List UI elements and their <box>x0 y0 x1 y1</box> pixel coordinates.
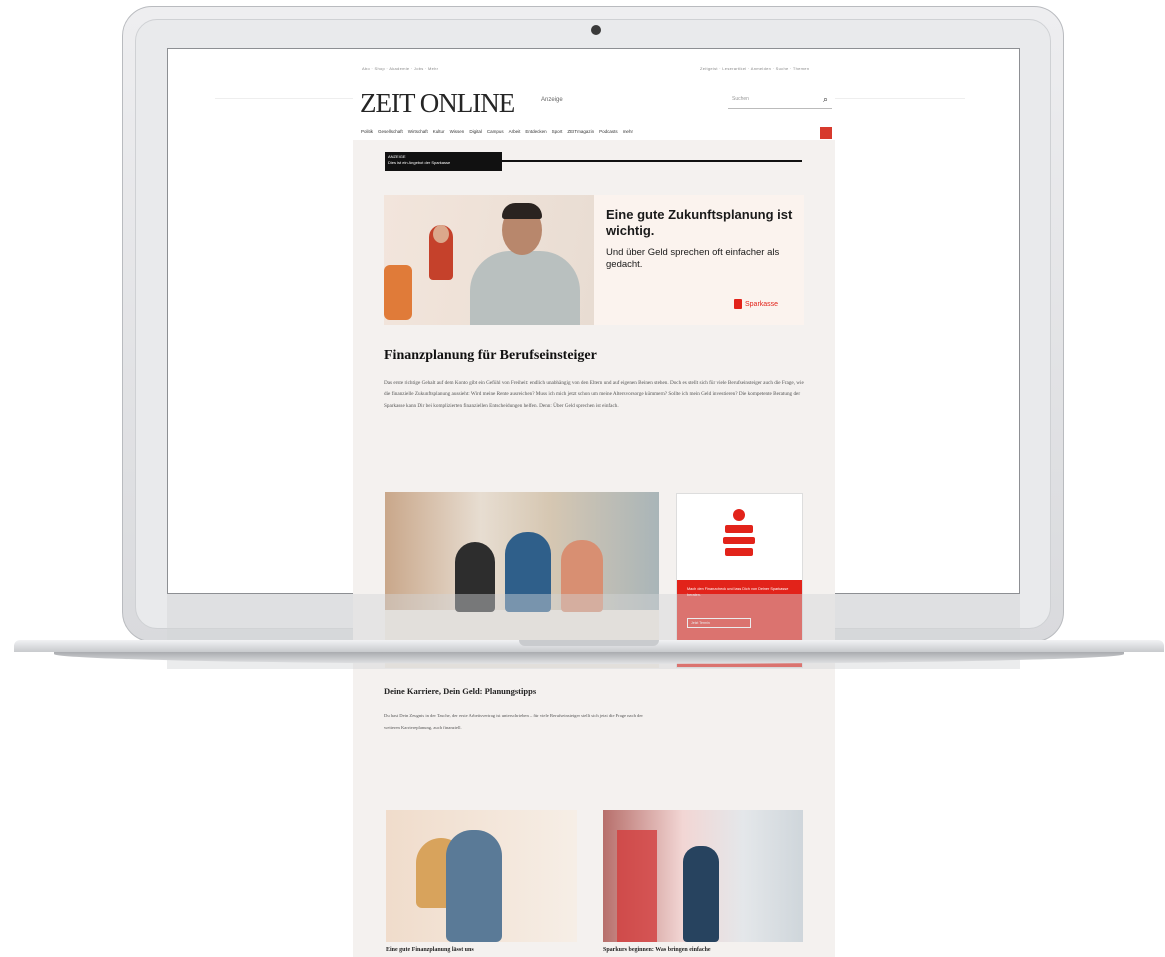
sparkasse-logo-icon <box>723 509 755 556</box>
divider <box>215 98 353 99</box>
ad-label: ANZEIGE Dies ist ein Angebot der Sparkas… <box>385 152 502 171</box>
nav-item[interactable]: Digital <box>469 129 482 134</box>
teaser-image-street[interactable] <box>603 810 803 942</box>
divider <box>835 98 965 99</box>
hero-banner[interactable]: Eine gute Zukunftsplanung ist wichtig. U… <box>384 195 804 325</box>
article-body: Das erste richtige Gehalt auf dem Konto … <box>384 380 804 409</box>
menu-button[interactable] <box>820 127 832 139</box>
divider <box>502 160 802 162</box>
teaser-caption[interactable]: Eine gute Finanzplanung lässt uns <box>386 947 474 953</box>
nav-item[interactable]: Podcasts <box>599 129 618 134</box>
nav-item[interactable]: ZEITmagazin <box>567 129 594 134</box>
section-title: Deine Karriere, Dein Geld: Planungstipps <box>384 686 537 696</box>
hero-image-person <box>470 251 580 325</box>
nav-item[interactable]: Kultur <box>433 129 445 134</box>
nav-item[interactable]: Sport <box>552 129 563 134</box>
laptop-base-bottom <box>54 652 1124 664</box>
search-icon[interactable]: ⌕ <box>823 94 828 105</box>
hero-image-object <box>384 265 412 320</box>
search-placeholder: Suchen <box>732 96 749 102</box>
hero-image-person-hair <box>502 203 542 219</box>
sparkasse-icon <box>734 299 742 309</box>
main-nav: Politik Gesellschaft Wirtschaft Kultur W… <box>361 129 633 134</box>
anzeige-label: Anzeige <box>541 97 563 103</box>
nav-item[interactable]: Wissen <box>450 129 465 134</box>
photo-object <box>617 830 657 942</box>
hero-image-person-head <box>433 225 449 243</box>
sparkasse-brand: Sparkasse <box>734 299 778 309</box>
nav-item[interactable]: Arbeit <box>509 129 521 134</box>
photo-person <box>683 846 719 942</box>
search-field[interactable]: Suchen ⌕ <box>728 92 832 109</box>
brand-label: Sparkasse <box>745 300 779 308</box>
nav-item[interactable]: Campus <box>487 129 504 134</box>
teaser-caption[interactable]: Sparkurs beginnen: Was bringen einfache <box>603 947 711 953</box>
hero-image <box>384 195 594 325</box>
hero-title: Eine gute Zukunftsplanung ist wichtig. <box>606 207 793 238</box>
nav-item[interactable]: Wirtschaft <box>408 129 428 134</box>
nav-item[interactable]: Entdecken <box>525 129 546 134</box>
article-title: Finanzplanung für Berufseinsteiger <box>384 348 597 363</box>
utility-nav-right[interactable]: Zeitgeist · Leserartikel · Anmelden · Su… <box>700 66 809 71</box>
section-body: Du hast Dein Zeugnis in der Tasche, der … <box>384 713 643 730</box>
laptop-notch <box>519 640 659 646</box>
teaser-image-couple[interactable] <box>386 810 577 942</box>
utility-nav-left[interactable]: Abo · Shop · Akademie · Jobs · Mehr <box>362 66 438 71</box>
site-logo[interactable]: ZEIT ONLINE <box>360 88 515 119</box>
ad-label-text: Dies ist ein Angebot der Sparkasse <box>388 160 451 165</box>
photo-person <box>446 830 502 942</box>
nav-item[interactable]: Politik <box>361 129 373 134</box>
nav-item[interactable]: Gesellschaft <box>378 129 403 134</box>
nav-item[interactable]: mehr <box>623 129 633 134</box>
camera-icon <box>591 25 601 35</box>
laptop-base <box>14 640 1164 670</box>
hero-subtitle: Und über Geld sprechen oft einfacher als… <box>606 247 780 270</box>
